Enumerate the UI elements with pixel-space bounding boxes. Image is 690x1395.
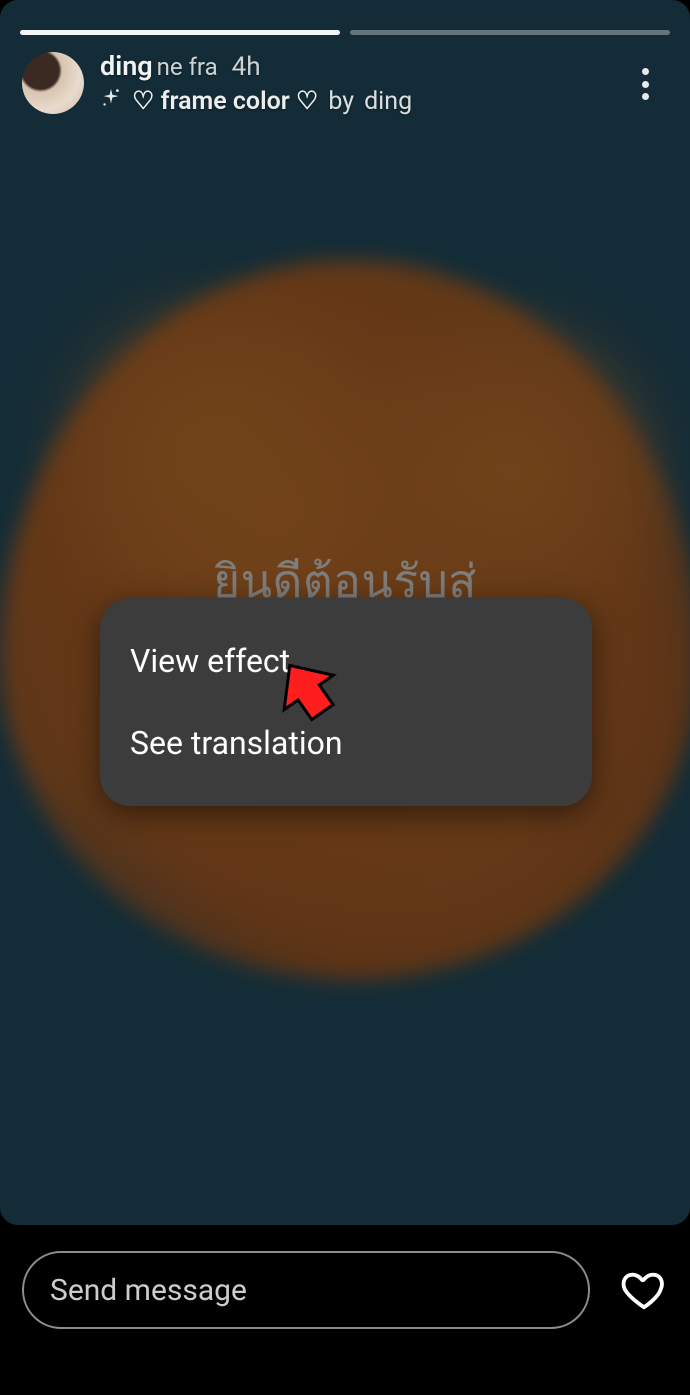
story-time: 4h — [232, 52, 261, 82]
progress-segment — [350, 30, 670, 35]
menu-view-effect[interactable]: View effect — [100, 620, 592, 702]
username-row[interactable]: ding ne fra 4h — [100, 50, 412, 82]
effect-by: by — [328, 87, 354, 116]
more-options-icon[interactable] — [630, 64, 660, 104]
username[interactable]: ding — [100, 50, 153, 82]
like-button[interactable] — [620, 1266, 668, 1314]
username-sub: ne fra — [157, 53, 218, 81]
message-input[interactable]: Send message — [22, 1251, 590, 1329]
story-footer: Send message — [0, 1240, 690, 1340]
story-viewer[interactable]: ยินดีต้อนรับสู่ ding ne fra 4h ♡ — [0, 0, 690, 1225]
message-placeholder: Send message — [50, 1273, 247, 1308]
avatar[interactable] — [22, 52, 84, 114]
effect-author: ding — [364, 87, 412, 116]
sparkle-icon — [100, 87, 122, 116]
progress-segment — [20, 30, 340, 35]
story-header: ding ne fra 4h ♡ frame color ♡ by ding — [22, 50, 668, 116]
effect-attribution[interactable]: ♡ frame color ♡ by ding — [100, 86, 412, 116]
effect-name: ♡ frame color ♡ — [132, 86, 318, 116]
context-menu: View effect See translation — [100, 598, 592, 806]
story-progress — [20, 30, 670, 35]
menu-see-translation[interactable]: See translation — [100, 702, 592, 784]
